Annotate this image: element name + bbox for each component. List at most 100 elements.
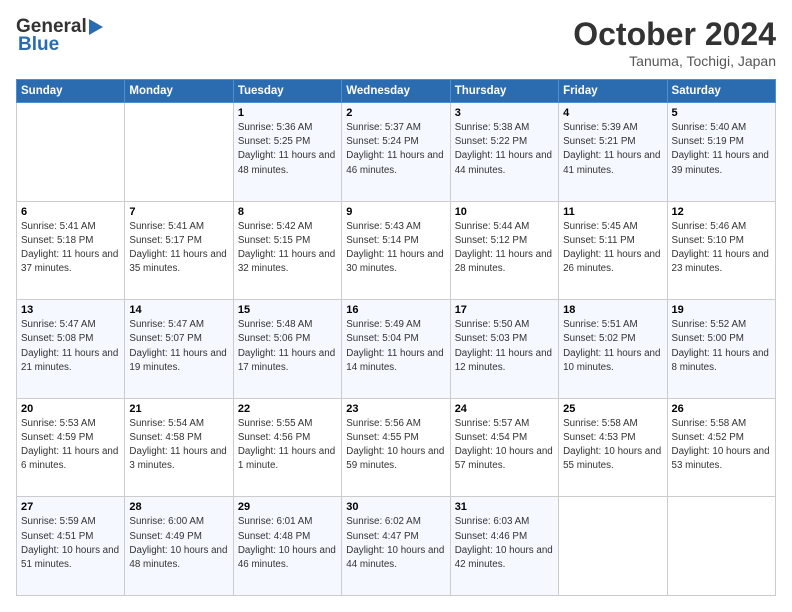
calendar-cell: 1 Sunrise: 5:36 AMSunset: 5:25 PMDaylight…: [233, 103, 341, 202]
day-detail: Sunrise: 6:00 AMSunset: 4:49 PMDaylight:…: [129, 515, 228, 572]
day-number: 30: [346, 501, 445, 513]
day-detail: Sunrise: 5:47 AMSunset: 5:08 PMDaylight:…: [21, 318, 120, 375]
calendar-cell: 4 Sunrise: 5:39 AMSunset: 5:21 PMDaylight…: [559, 103, 667, 202]
week-row-1: 6 Sunrise: 5:41 AMSunset: 5:18 PMDaylight…: [17, 201, 776, 300]
calendar-table: SundayMondayTuesdayWednesdayThursdayFrid…: [16, 79, 776, 596]
week-row-0: 1 Sunrise: 5:36 AMSunset: 5:25 PMDaylight…: [17, 103, 776, 202]
day-detail: Sunrise: 5:36 AMSunset: 5:25 PMDaylight:…: [238, 121, 337, 178]
day-number: 16: [346, 304, 445, 316]
day-detail: Sunrise: 5:39 AMSunset: 5:21 PMDaylight:…: [563, 121, 662, 178]
weekday-header-tuesday: Tuesday: [233, 80, 341, 103]
day-number: 27: [21, 501, 120, 513]
logo: General Blue: [16, 16, 103, 56]
day-detail: Sunrise: 5:41 AMSunset: 5:18 PMDaylight:…: [21, 220, 120, 277]
day-number: 22: [238, 403, 337, 415]
day-detail: Sunrise: 5:47 AMSunset: 5:07 PMDaylight:…: [129, 318, 228, 375]
day-number: 4: [563, 107, 662, 119]
calendar-cell: 12Sunrise: 5:46 AMSunset: 5:10 PMDayligh…: [667, 201, 775, 300]
week-row-2: 13 Sunrise: 5:47 AMSunset: 5:08 PMDayligh…: [17, 300, 776, 399]
day-detail: Sunrise: 5:55 AMSunset: 4:56 PMDaylight:…: [238, 417, 337, 474]
day-detail: Sunrise: 5:51 AMSunset: 5:02 PMDaylight:…: [563, 318, 662, 375]
day-detail: Sunrise: 5:52 AMSunset: 5:00 PMDaylight:…: [672, 318, 771, 375]
weekday-header-row: SundayMondayTuesdayWednesdayThursdayFrid…: [17, 80, 776, 103]
day-number: 13: [21, 304, 120, 316]
day-detail: Sunrise: 5:57 AMSunset: 4:54 PMDaylight:…: [455, 417, 554, 474]
calendar-cell: 31 Sunrise: 6:03 AMSunset: 4:46 PMDayligh…: [450, 497, 558, 596]
day-number: 2: [346, 107, 445, 119]
day-detail: Sunrise: 6:02 AMSunset: 4:47 PMDaylight:…: [346, 515, 445, 572]
logo-blue: Blue: [18, 34, 103, 56]
day-detail: Sunrise: 5:42 AMSunset: 5:15 PMDaylight:…: [238, 220, 337, 277]
day-number: 5: [672, 107, 771, 119]
day-detail: Sunrise: 5:40 AMSunset: 5:19 PMDaylight:…: [672, 121, 771, 178]
calendar-cell: [17, 103, 125, 202]
day-detail: Sunrise: 5:50 AMSunset: 5:03 PMDaylight:…: [455, 318, 554, 375]
day-detail: Sunrise: 5:56 AMSunset: 4:55 PMDaylight:…: [346, 417, 445, 474]
day-detail: Sunrise: 5:53 AMSunset: 4:59 PMDaylight:…: [21, 417, 120, 474]
calendar-cell: 23Sunrise: 5:56 AMSunset: 4:55 PMDayligh…: [342, 398, 450, 497]
day-number: 6: [21, 206, 120, 218]
calendar-cell: 30 Sunrise: 6:02 AMSunset: 4:47 PMDayligh…: [342, 497, 450, 596]
day-detail: Sunrise: 5:43 AMSunset: 5:14 PMDaylight:…: [346, 220, 445, 277]
calendar-cell: 6 Sunrise: 5:41 AMSunset: 5:18 PMDaylight…: [17, 201, 125, 300]
day-number: 31: [455, 501, 554, 513]
week-row-4: 27Sunrise: 5:59 AMSunset: 4:51 PMDayligh…: [17, 497, 776, 596]
day-detail: Sunrise: 6:03 AMSunset: 4:46 PMDaylight:…: [455, 515, 554, 572]
calendar-cell: 9 Sunrise: 5:43 AMSunset: 5:14 PMDaylight…: [342, 201, 450, 300]
day-number: 12: [672, 206, 771, 218]
day-detail: Sunrise: 5:58 AMSunset: 4:52 PMDaylight:…: [672, 417, 771, 474]
day-number: 29: [238, 501, 337, 513]
calendar-cell: 13 Sunrise: 5:47 AMSunset: 5:08 PMDayligh…: [17, 300, 125, 399]
calendar-cell: 27Sunrise: 5:59 AMSunset: 4:51 PMDayligh…: [17, 497, 125, 596]
day-number: 28: [129, 501, 228, 513]
day-number: 3: [455, 107, 554, 119]
day-detail: Sunrise: 5:48 AMSunset: 5:06 PMDaylight:…: [238, 318, 337, 375]
calendar-cell: [125, 103, 233, 202]
day-number: 11: [563, 206, 662, 218]
location: Tanuma, Tochigi, Japan: [573, 53, 776, 69]
day-number: 20: [21, 403, 120, 415]
weekday-header-friday: Friday: [559, 80, 667, 103]
calendar-cell: 17 Sunrise: 5:50 AMSunset: 5:03 PMDayligh…: [450, 300, 558, 399]
weekday-header-thursday: Thursday: [450, 80, 558, 103]
calendar-cell: 25 Sunrise: 5:58 AMSunset: 4:53 PMDayligh…: [559, 398, 667, 497]
calendar-cell: 28 Sunrise: 6:00 AMSunset: 4:49 PMDayligh…: [125, 497, 233, 596]
day-number: 21: [129, 403, 228, 415]
calendar-cell: 21Sunrise: 5:54 AMSunset: 4:58 PMDayligh…: [125, 398, 233, 497]
day-number: 18: [563, 304, 662, 316]
day-detail: Sunrise: 5:44 AMSunset: 5:12 PMDaylight:…: [455, 220, 554, 277]
calendar-cell: 2 Sunrise: 5:37 AMSunset: 5:24 PMDaylight…: [342, 103, 450, 202]
week-row-3: 20 Sunrise: 5:53 AMSunset: 4:59 PMDayligh…: [17, 398, 776, 497]
calendar-cell: 10Sunrise: 5:44 AMSunset: 5:12 PMDayligh…: [450, 201, 558, 300]
weekday-header-monday: Monday: [125, 80, 233, 103]
day-number: 26: [672, 403, 771, 415]
calendar-cell: 8Sunrise: 5:42 AMSunset: 5:15 PMDaylight…: [233, 201, 341, 300]
calendar-cell: 15 Sunrise: 5:48 AMSunset: 5:06 PMDayligh…: [233, 300, 341, 399]
calendar-cell: 3 Sunrise: 5:38 AMSunset: 5:22 PMDaylight…: [450, 103, 558, 202]
day-number: 17: [455, 304, 554, 316]
day-detail: Sunrise: 5:38 AMSunset: 5:22 PMDaylight:…: [455, 121, 554, 178]
calendar-cell: 11Sunrise: 5:45 AMSunset: 5:11 PMDayligh…: [559, 201, 667, 300]
calendar-cell: 20 Sunrise: 5:53 AMSunset: 4:59 PMDayligh…: [17, 398, 125, 497]
calendar-cell: 14Sunrise: 5:47 AMSunset: 5:07 PMDayligh…: [125, 300, 233, 399]
day-number: 1: [238, 107, 337, 119]
calendar-cell: [559, 497, 667, 596]
calendar-cell: 26 Sunrise: 5:58 AMSunset: 4:52 PMDayligh…: [667, 398, 775, 497]
day-detail: Sunrise: 5:37 AMSunset: 5:24 PMDaylight:…: [346, 121, 445, 178]
calendar-cell: 24 Sunrise: 5:57 AMSunset: 4:54 PMDayligh…: [450, 398, 558, 497]
day-number: 9: [346, 206, 445, 218]
day-number: 15: [238, 304, 337, 316]
day-number: 7: [129, 206, 228, 218]
day-detail: Sunrise: 5:41 AMSunset: 5:17 PMDaylight:…: [129, 220, 228, 277]
calendar-cell: 29 Sunrise: 6:01 AMSunset: 4:48 PMDayligh…: [233, 497, 341, 596]
day-detail: Sunrise: 5:58 AMSunset: 4:53 PMDaylight:…: [563, 417, 662, 474]
day-number: 25: [563, 403, 662, 415]
month-title: October 2024: [573, 16, 776, 53]
weekday-header-wednesday: Wednesday: [342, 80, 450, 103]
calendar-cell: 7 Sunrise: 5:41 AMSunset: 5:17 PMDaylight…: [125, 201, 233, 300]
calendar-cell: 22 Sunrise: 5:55 AMSunset: 4:56 PMDayligh…: [233, 398, 341, 497]
calendar-cell: 19Sunrise: 5:52 AMSunset: 5:00 PMDayligh…: [667, 300, 775, 399]
day-number: 24: [455, 403, 554, 415]
title-block: October 2024 Tanuma, Tochigi, Japan: [573, 16, 776, 69]
day-detail: Sunrise: 6:01 AMSunset: 4:48 PMDaylight:…: [238, 515, 337, 572]
